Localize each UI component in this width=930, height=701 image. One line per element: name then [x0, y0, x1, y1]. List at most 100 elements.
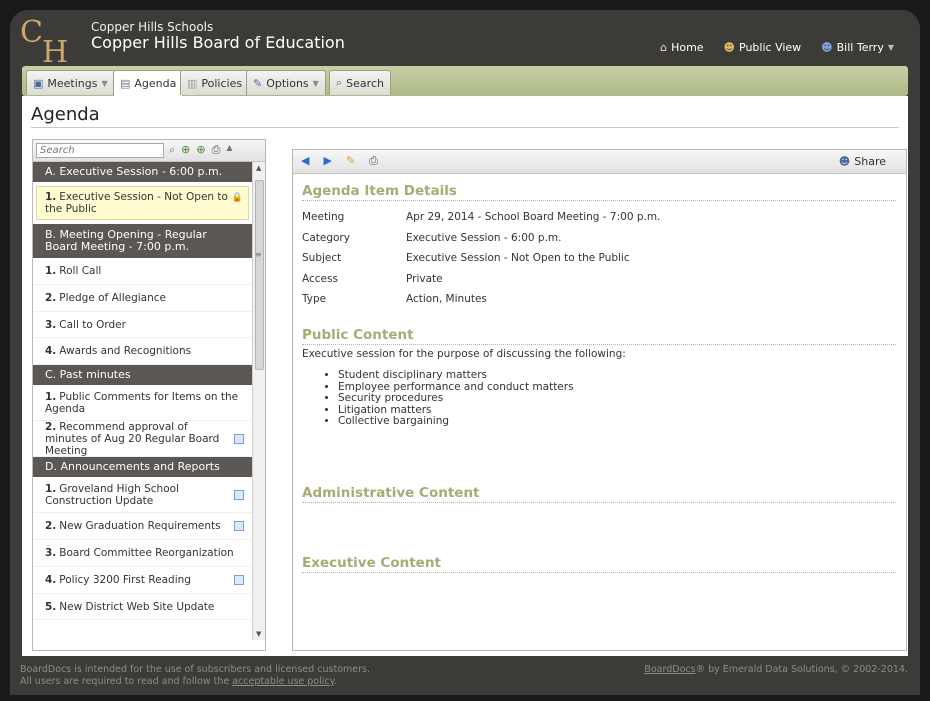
agenda-item-c2[interactable]: 2. Recommend approval of minutes of Aug 2… [33, 421, 252, 457]
scroll-up-icon[interactable]: ▲ [256, 164, 261, 172]
detail-value: Apr 29, 2014 - School Board Meeting - 7:… [406, 211, 661, 223]
home-link[interactable]: ⌂ Home [660, 41, 703, 54]
attachment-icon[interactable] [234, 489, 244, 500]
scrollbar-thumb[interactable] [255, 180, 264, 370]
people-icon: ☻ [723, 41, 736, 54]
list-item: Student disciplinary matters [338, 369, 574, 382]
search-icon[interactable]: ⌕ [169, 143, 175, 157]
public-content-list: Student disciplinary matters Employee pe… [338, 369, 574, 428]
main-tabbar: ▣ Meetings ▼ ▤ Agenda ▥ Policies ✎ Optio… [22, 66, 908, 96]
attachment-icon[interactable] [234, 575, 244, 585]
attachment-icon[interactable] [234, 433, 244, 444]
tab-meetings-label: Meetings [47, 76, 98, 90]
item-number: 2. [45, 292, 57, 304]
main-content: Agenda ⌕ ⊕ ⊕ ⎙ ▲ A. Executive Session - … [22, 96, 908, 656]
item-text: New District Web Site Update [59, 600, 215, 613]
share-label: Share [854, 155, 886, 168]
item-number: 4. [45, 345, 57, 357]
detail-value: Executive Session - Not Open to the Publ… [406, 252, 630, 264]
footer-text: . [333, 676, 337, 687]
item-number: 1. [45, 191, 57, 203]
agenda-item-b3[interactable]: 3. Call to Order [33, 312, 252, 338]
detail-value: Action, Minutes [406, 293, 487, 305]
details-heading: Agenda Item Details [302, 183, 896, 201]
share-icon: ☻ [838, 155, 851, 168]
attachment-icon[interactable] [234, 521, 244, 531]
item-text: Board Committee Reorganization [59, 547, 234, 559]
category-a[interactable]: A. Executive Session - 6:00 p.m. [33, 162, 252, 182]
item-text: Executive Session - Not Open to the Publ… [45, 191, 228, 215]
home-icon: ⌂ [660, 41, 668, 54]
detail-label: Type [302, 293, 327, 305]
tab-policies-label: Policies [201, 76, 243, 90]
footer-copyright: BoardDocs® by Emerald Data Solutions, © … [644, 664, 908, 675]
add-category-icon[interactable]: ⊕ [196, 143, 205, 157]
detail-label: Access [302, 273, 338, 285]
chevron-down-icon: ▼ [887, 43, 894, 52]
collapse-icon[interactable]: ▲ [226, 143, 232, 157]
category-b[interactable]: B. Meeting Opening - Regular Board Meeti… [33, 224, 252, 258]
agenda-item-b4[interactable]: 4. Awards and Recognitions [33, 338, 252, 365]
edit-icon[interactable]: ✎ [346, 154, 355, 168]
agenda-item-d2[interactable]: 2. New Graduation Requirements [33, 513, 252, 540]
detail-label: Meeting [302, 211, 345, 223]
acceptable-use-link[interactable]: acceptable use policy [232, 676, 334, 687]
list-item: Collective bargaining [338, 416, 574, 428]
tab-search-label: Search [346, 76, 384, 90]
agenda-item-b2[interactable]: 2. Pledge of Allegiance [33, 285, 252, 312]
item-number: 5. [45, 600, 57, 613]
item-detail-tools: ◀ ▶ ✎ ⎙ [301, 154, 378, 168]
tab-options[interactable]: ✎ Options ▼ [246, 70, 326, 95]
top-nav: ⌂ Home ☻ Public View ☻ Bill Terry ▼ [660, 41, 894, 54]
tab-agenda[interactable]: ▤ Agenda [113, 70, 184, 96]
detail-value: Private [406, 273, 443, 285]
item-text: Awards and Recognitions [59, 345, 192, 357]
category-d[interactable]: D. Announcements and Reports [33, 457, 252, 477]
agenda-item-d5[interactable]: 5. New District Web Site Update [33, 594, 252, 620]
item-text: Policy 3200 First Reading [59, 574, 191, 586]
user-icon: ☻ [821, 41, 833, 54]
agenda-item-a1[interactable]: 1. Executive Session - Not Open to the Pu… [36, 186, 249, 220]
next-icon[interactable]: ▶ [323, 154, 331, 168]
item-number: 1. [45, 265, 57, 277]
category-c[interactable]: C. Past minutes [33, 365, 252, 385]
detail-label: Category [302, 232, 350, 244]
search-icon: ⌕ [336, 76, 343, 89]
agenda-list: A. Executive Session - 6:00 p.m. 1. Execu… [33, 162, 252, 640]
tab-agenda-label: Agenda [134, 77, 177, 90]
executive-content-heading: Executive Content [302, 555, 896, 573]
print-icon[interactable]: ⎙ [369, 154, 378, 168]
item-number: 4. [45, 574, 57, 586]
agenda-item-d1[interactable]: 1. Groveland High School Construction Upd… [33, 477, 252, 513]
boarddocs-link[interactable]: BoardDocs [644, 664, 695, 675]
copper-hills-logo: C H [20, 15, 68, 64]
tab-search[interactable]: ⌕ Search [329, 70, 391, 95]
agenda-list-scrollbar[interactable]: ▲ ≡ ▼ [252, 162, 265, 640]
agenda-list-toolbar: ⌕ ⊕ ⊕ ⎙ ▲ [33, 140, 265, 162]
agenda-list-tools: ⌕ ⊕ ⊕ ⎙ ▲ [169, 143, 233, 157]
agenda-item-d3[interactable]: 3. Board Committee Reorganization [33, 540, 252, 567]
document-icon: ▤ [120, 77, 131, 90]
user-menu[interactable]: ☻ Bill Terry ▼ [821, 41, 894, 54]
share-button[interactable]: ☻ Share [839, 155, 886, 168]
item-number: 1. [45, 390, 57, 403]
organization-title: Copper Hills Board of Education [91, 33, 345, 52]
agenda-item-b1[interactable]: 1. Roll Call [33, 258, 252, 285]
agenda-item-c1[interactable]: 1. Public Comments for Items on the Agend… [33, 385, 252, 421]
agenda-list-panel: ⌕ ⊕ ⊕ ⎙ ▲ A. Executive Session - 6:00 p.… [32, 139, 266, 651]
svg-text:C: C [20, 15, 43, 50]
item-text: Roll Call [59, 265, 102, 277]
tab-meetings[interactable]: ▣ Meetings ▼ [26, 70, 115, 95]
public-content-heading: Public Content [302, 327, 896, 345]
print-icon[interactable]: ⎙ [212, 143, 221, 157]
agenda-item-d4[interactable]: 4. Policy 3200 First Reading [33, 567, 252, 594]
previous-icon[interactable]: ◀ [301, 154, 309, 168]
books-icon: ▥ [187, 76, 198, 90]
public-view-link[interactable]: ☻ Public View [724, 41, 802, 54]
footer-notice: BoardDocs is intended for the use of sub… [20, 664, 370, 688]
agenda-search-input[interactable] [36, 143, 164, 158]
scroll-down-icon[interactable]: ▼ [256, 630, 261, 638]
app-frame: C H Copper Hills Schools Copper Hills Bo… [10, 10, 920, 695]
tab-policies[interactable]: ▥ Policies [180, 70, 250, 95]
add-item-icon[interactable]: ⊕ [181, 143, 190, 157]
